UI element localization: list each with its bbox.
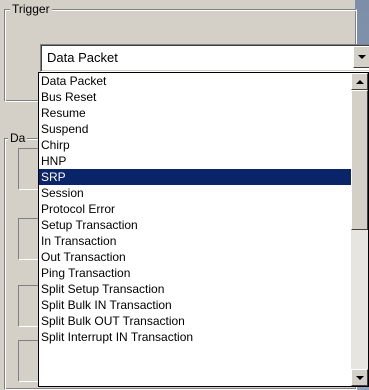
dropdown-scrollbar[interactable] [351, 73, 368, 386]
dropdown-item[interactable]: Out Transaction [39, 249, 351, 265]
dropdown-item[interactable]: Session [39, 185, 351, 201]
dropdown-item[interactable]: Chirp [39, 137, 351, 153]
dropdown-item[interactable]: Suspend [39, 121, 351, 137]
data-group-legend: Da [8, 131, 28, 145]
trigger-dialog: Trigger Da Data Packet Data Packet Bus Re… [0, 0, 369, 390]
dropdown-item[interactable]: Ping Transaction [39, 265, 351, 281]
dropdown-item[interactable]: Bus Reset [39, 89, 351, 105]
dropdown-item[interactable]: Split Setup Transaction [39, 281, 351, 297]
chevron-down-icon [357, 55, 366, 59]
trigger-type-value: Data Packet [47, 50, 118, 65]
dropdown-item[interactable]: Split Bulk OUT Transaction [39, 313, 351, 329]
trigger-legend: Trigger [10, 2, 52, 16]
scroll-down-icon [355, 375, 364, 380]
dropdown-item[interactable]: Data Packet [39, 73, 351, 89]
dropdown-item[interactable]: Protocol Error [39, 201, 351, 217]
dropdown-items: Data Packet Bus Reset Resume Suspend Chirp HN… [39, 73, 351, 345]
trigger-type-combobox[interactable]: Data Packet [40, 44, 369, 72]
dropdown-item[interactable]: Resume [39, 105, 351, 121]
scroll-down-button[interactable] [351, 369, 368, 386]
scroll-up-icon [355, 79, 364, 84]
dropdown-item[interactable]: HNP [39, 153, 351, 169]
dropdown-item[interactable]: Split Bulk IN Transaction [39, 297, 351, 313]
dropdown-item[interactable]: SRP [39, 169, 351, 185]
combo-dropdown-button[interactable] [353, 46, 369, 68]
scroll-thumb[interactable] [351, 90, 368, 230]
dropdown-item[interactable]: Setup Transaction [39, 217, 351, 233]
dropdown-item[interactable]: In Transaction [39, 233, 351, 249]
dropdown-item[interactable]: Split Interrupt IN Transaction [39, 329, 351, 345]
trigger-type-dropdown-list[interactable]: Data Packet Bus Reset Resume Suspend Chirp HN… [38, 72, 369, 387]
scroll-up-button[interactable] [351, 73, 368, 90]
